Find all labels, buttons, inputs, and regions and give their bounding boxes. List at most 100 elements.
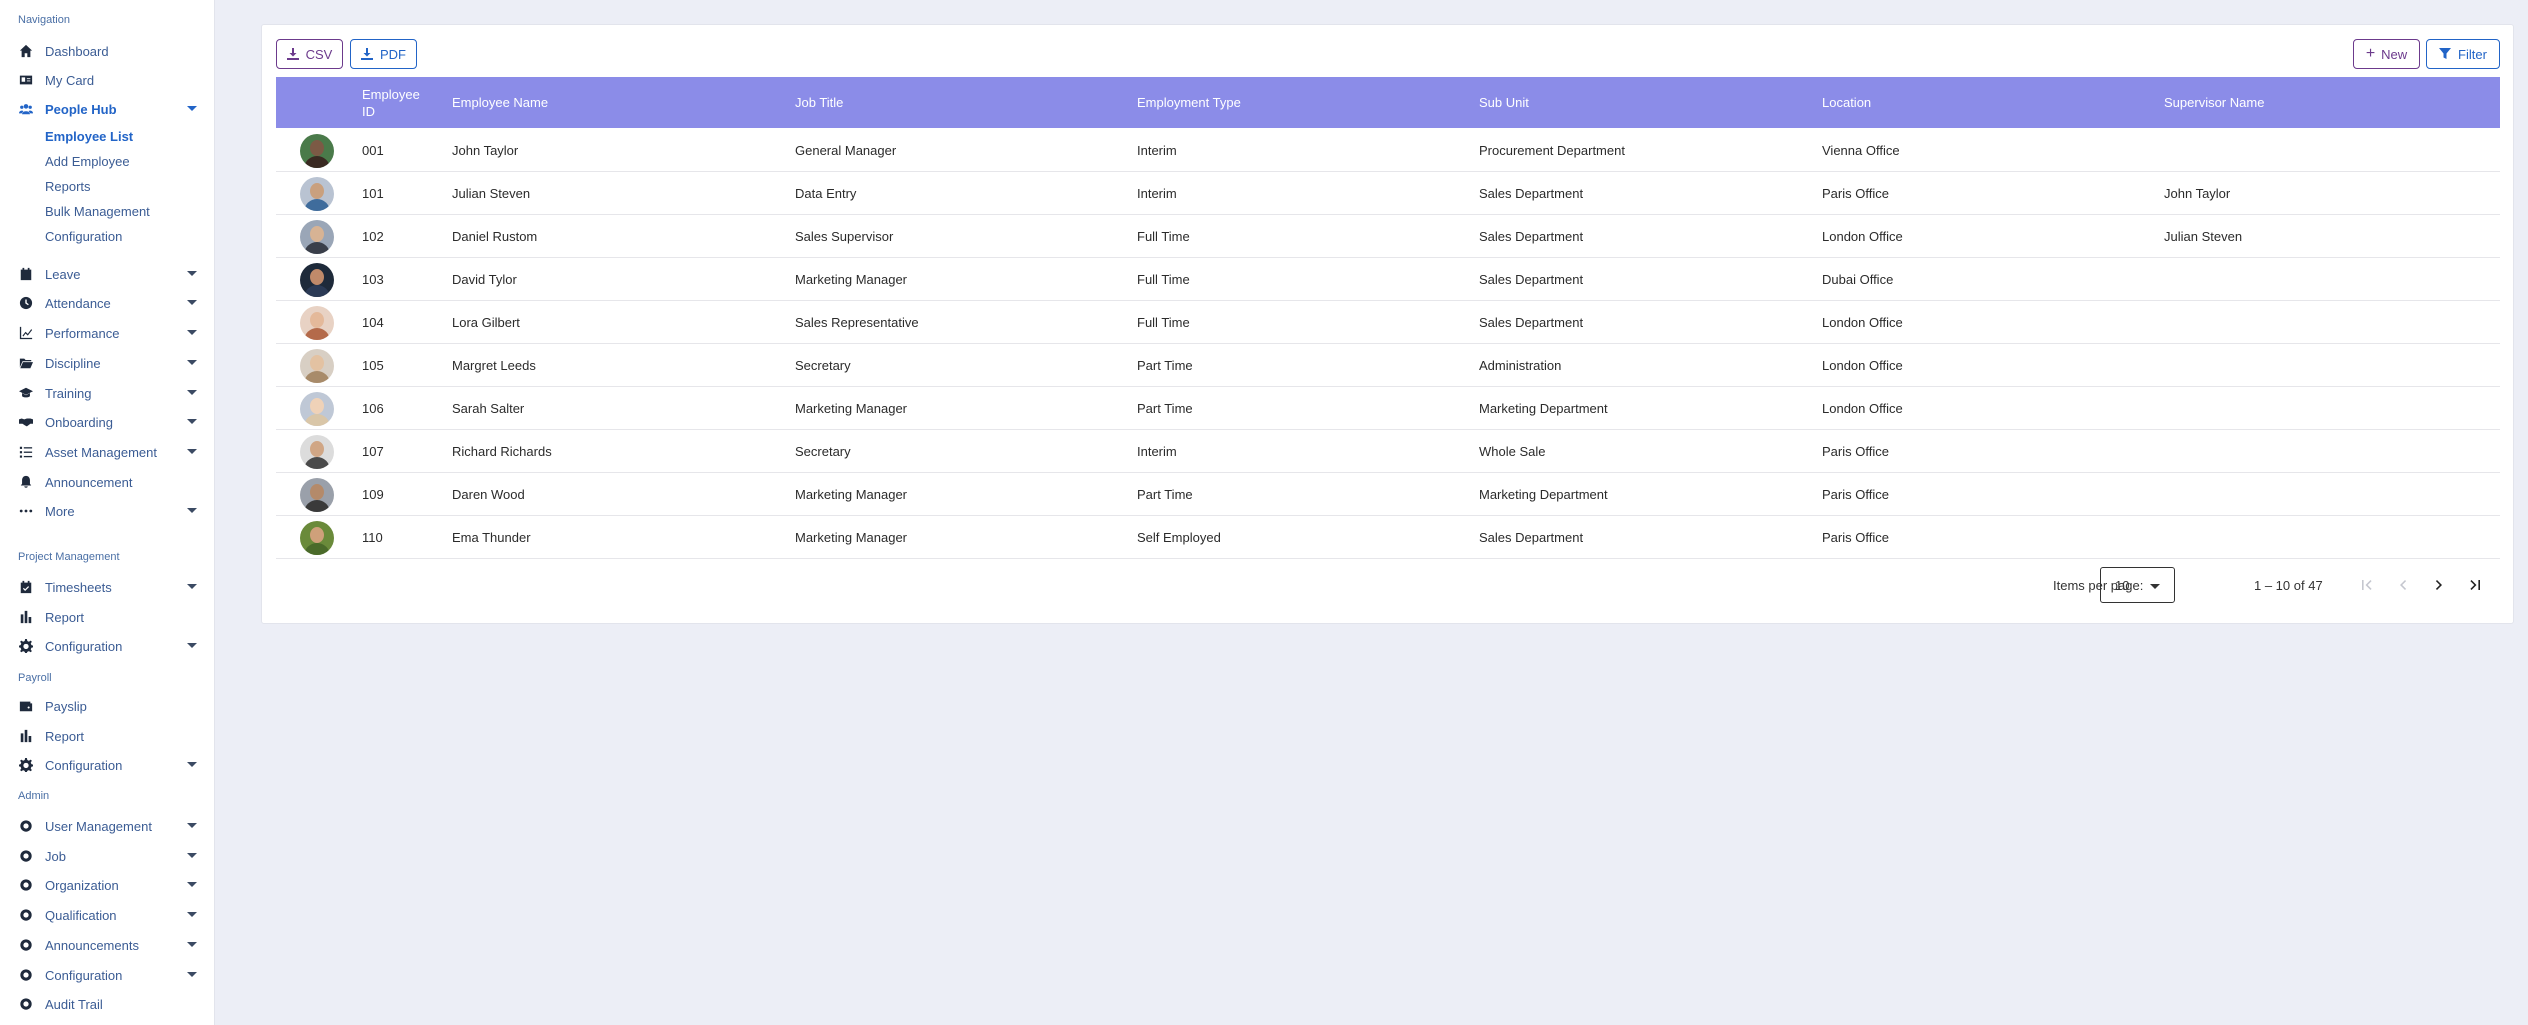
previous-page-button[interactable]: [2389, 571, 2417, 599]
column-header-supervisor-name[interactable]: Supervisor Name: [2164, 77, 2264, 128]
nav-item-admin-job[interactable]: Job: [0, 845, 215, 867]
table-row[interactable]: 101 Julian Steven Data Entry Interim Sales D…: [276, 172, 2500, 215]
chevron-down-icon[interactable]: [187, 330, 197, 335]
chevron-down-icon[interactable]: [187, 912, 197, 917]
nav-label: People Hub: [45, 101, 117, 117]
bar-chart-icon: [18, 609, 34, 625]
nav-item-people-hub[interactable]: People Hub: [0, 98, 215, 120]
nav-item-admin-announcements[interactable]: Announcements: [0, 934, 215, 956]
chevron-down-icon[interactable]: [187, 271, 197, 276]
cell-location: Paris Office: [1822, 444, 1889, 459]
chevron-down-icon[interactable]: [187, 390, 197, 395]
cell-name: Richard Richards: [452, 444, 552, 459]
sub-item-reports[interactable]: Reports: [45, 179, 91, 194]
nav-item-announcement[interactable]: Announcement: [0, 471, 215, 493]
employee-list-card: CSV PDF + New Filter Employee ID Employe…: [261, 24, 2514, 624]
chevron-down-icon[interactable]: [187, 449, 197, 454]
cell-location: Paris Office: [1822, 487, 1889, 502]
table-row[interactable]: 102 Daniel Rustom Sales Supervisor Full Tim…: [276, 215, 2500, 258]
new-employee-button[interactable]: + New: [2353, 39, 2420, 69]
filter-button[interactable]: Filter: [2426, 39, 2500, 69]
nav-item-admin-qualification[interactable]: Qualification: [0, 904, 215, 926]
cell-name: David Tylor: [452, 272, 517, 287]
nav-item-project-report[interactable]: Report: [0, 606, 215, 628]
chevron-down-icon[interactable]: [187, 643, 197, 648]
circle-icon: [18, 996, 34, 1012]
nav-item-admin-configuration[interactable]: Configuration: [0, 964, 215, 986]
nav-item-payslip[interactable]: Payslip: [0, 695, 215, 717]
items-per-page-select[interactable]: 10: [2100, 567, 2175, 603]
nav-item-payroll-configuration[interactable]: Configuration: [0, 754, 215, 776]
table-row[interactable]: 001 John Taylor General Manager Interim Proc…: [276, 129, 2500, 172]
bar-chart-icon: [18, 728, 34, 744]
nav-item-payroll-report[interactable]: Report: [0, 725, 215, 747]
nav-item-training[interactable]: Training: [0, 382, 215, 404]
first-page-button[interactable]: [2353, 571, 2381, 599]
nav-item-attendance[interactable]: Attendance: [0, 292, 215, 314]
chevron-down-icon[interactable]: [187, 106, 197, 111]
cell-name: Julian Steven: [452, 186, 531, 201]
chevron-down-icon[interactable]: [187, 584, 197, 589]
nav-item-admin-user-management[interactable]: User Management: [0, 815, 215, 837]
nav-item-admin-audit-trail[interactable]: Audit Trail: [0, 993, 215, 1015]
nav-item-asset-management[interactable]: Asset Management: [0, 441, 215, 463]
nav-item-performance[interactable]: Performance: [0, 322, 215, 344]
last-page-button[interactable]: [2461, 571, 2489, 599]
column-header-employee-id[interactable]: Employee ID: [362, 77, 422, 128]
cell-type: Full Time: [1137, 315, 1190, 330]
home-icon: [18, 43, 34, 59]
chevron-down-icon[interactable]: [187, 300, 197, 305]
cell-type: Self Employed: [1137, 530, 1221, 545]
chevron-down-icon[interactable]: [187, 762, 197, 767]
export-pdf-button[interactable]: PDF: [350, 39, 417, 69]
nav-item-my-card[interactable]: My Card: [0, 69, 215, 91]
table-row[interactable]: 104 Lora Gilbert Sales Representative Full …: [276, 301, 2500, 344]
nav-label: Discipline: [45, 355, 101, 371]
nav-item-project-configuration[interactable]: Configuration: [0, 635, 215, 657]
table-row[interactable]: 103 David Tylor Marketing Manager Full Time…: [276, 258, 2500, 301]
chevron-down-icon[interactable]: [187, 360, 197, 365]
sub-item-employee-list[interactable]: Employee List: [45, 129, 133, 144]
items-per-page-value: 10: [2115, 578, 2130, 593]
table-row[interactable]: 106 Sarah Salter Marketing Manager Part Tim…: [276, 387, 2500, 430]
sub-item-configuration[interactable]: Configuration: [45, 229, 122, 244]
graduation-cap-icon: [18, 385, 34, 401]
table-row[interactable]: 109 Daren Wood Marketing Manager Part Time M…: [276, 473, 2500, 516]
cell-type: Full Time: [1137, 272, 1190, 287]
column-header-sub-unit[interactable]: Sub Unit: [1479, 77, 1529, 128]
nav-item-discipline[interactable]: Discipline: [0, 352, 215, 374]
chevron-down-icon[interactable]: [187, 972, 197, 977]
handshake-icon: [18, 414, 34, 430]
sub-item-add-employee[interactable]: Add Employee: [45, 154, 130, 169]
column-header-location[interactable]: Location: [1822, 77, 1871, 128]
chevron-down-icon[interactable]: [187, 942, 197, 947]
cell-subunit: Marketing Department: [1479, 401, 1608, 416]
gear-icon: [18, 638, 34, 654]
nav-item-admin-organization[interactable]: Organization: [0, 874, 215, 896]
table-row[interactable]: 105 Margret Leeds Secretary Part Time Admini…: [276, 344, 2500, 387]
column-header-employee-name[interactable]: Employee Name: [452, 77, 548, 128]
chevron-down-icon[interactable]: [187, 419, 197, 424]
chevron-down-icon[interactable]: [187, 853, 197, 858]
table-row[interactable]: 107 Richard Richards Secretary Interim Whole…: [276, 430, 2500, 473]
nav-item-onboarding[interactable]: Onboarding: [0, 411, 215, 433]
section-heading-navigation: Navigation: [18, 14, 70, 26]
nav-item-timesheets[interactable]: Timesheets: [0, 576, 215, 598]
column-header-employment-type[interactable]: Employment Type: [1137, 77, 1241, 128]
cell-id: 110: [362, 530, 383, 545]
nav-item-dashboard[interactable]: Dashboard: [0, 40, 215, 62]
column-header-job-title[interactable]: Job Title: [795, 77, 843, 128]
nav-label: Announcement: [45, 474, 133, 490]
nav-item-more[interactable]: More: [0, 500, 215, 522]
column-header-employee-id-line2: ID: [362, 103, 375, 119]
export-csv-button[interactable]: CSV: [276, 39, 343, 69]
chevron-down-icon[interactable]: [187, 823, 197, 828]
nav-label: Audit Trail: [45, 996, 103, 1012]
chevron-down-icon[interactable]: [187, 508, 197, 513]
sub-item-bulk-management[interactable]: Bulk Management: [45, 204, 150, 219]
nav-label: Timesheets: [45, 579, 112, 595]
next-page-button[interactable]: [2425, 571, 2453, 599]
table-row[interactable]: 110 Ema Thunder Marketing Manager Self Empl…: [276, 516, 2500, 559]
chevron-down-icon[interactable]: [187, 882, 197, 887]
nav-item-leave[interactable]: Leave: [0, 263, 215, 285]
